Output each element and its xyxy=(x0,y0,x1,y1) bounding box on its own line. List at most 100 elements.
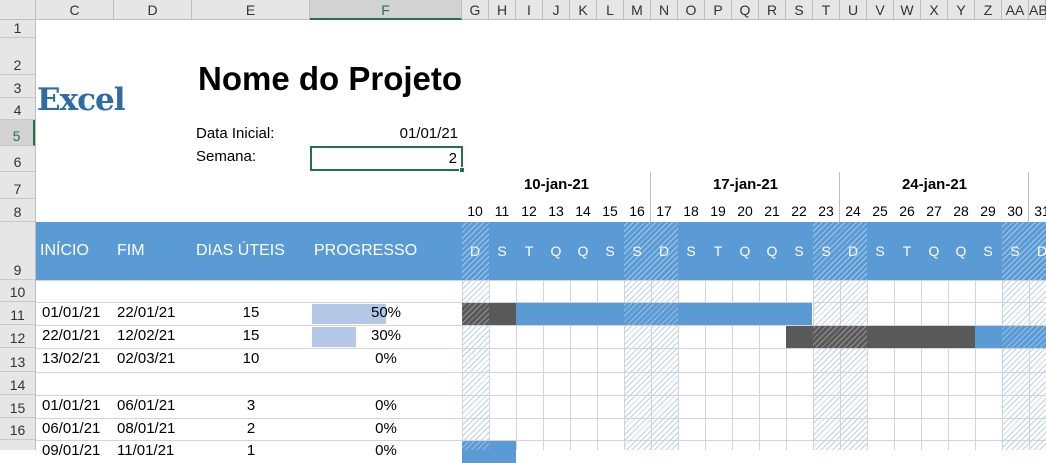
fill-handle[interactable] xyxy=(459,167,465,173)
column-header-m[interactable]: M xyxy=(624,0,651,20)
weekend-hatch-overlay xyxy=(624,280,678,450)
column-header-z[interactable]: Z xyxy=(975,0,1002,20)
task-workdays[interactable]: 15 xyxy=(192,304,310,321)
task-workdays[interactable]: 10 xyxy=(192,350,310,367)
column-header-j[interactable]: J xyxy=(543,0,570,20)
week-label: 17-jan-21 xyxy=(712,176,779,193)
day-number: 22 xyxy=(791,203,807,219)
row-header-2[interactable]: 2 xyxy=(0,38,35,75)
column-header-x[interactable]: X xyxy=(921,0,948,20)
week-input-cell[interactable]: 2 xyxy=(310,146,465,173)
column-header-aa[interactable]: AA xyxy=(1002,0,1029,20)
start-date-value[interactable]: 01/01/21 xyxy=(312,125,458,142)
weekend-hatch-overlay xyxy=(1002,280,1046,450)
day-number: 14 xyxy=(575,203,591,219)
column-header-s[interactable]: S xyxy=(786,0,813,20)
day-letter: S xyxy=(686,243,696,259)
column-header-f[interactable]: F xyxy=(310,0,462,20)
task-progress[interactable]: 0% xyxy=(310,442,462,459)
column-header-g[interactable]: G xyxy=(462,0,489,20)
row-header-1[interactable]: 1 xyxy=(0,20,35,38)
row-header-6[interactable]: 6 xyxy=(0,146,35,172)
task-start-date[interactable]: 01/01/21 xyxy=(42,397,116,414)
gridline xyxy=(867,280,868,450)
column-header-k[interactable]: K xyxy=(570,0,597,20)
day-letter: Q xyxy=(928,243,940,259)
day-number: 25 xyxy=(872,203,888,219)
day-number: 26 xyxy=(899,203,915,219)
day-letter: S xyxy=(497,243,507,259)
task-end-date[interactable]: 08/01/21 xyxy=(117,420,191,437)
header-fim: FIM xyxy=(117,242,145,259)
week-value: 2 xyxy=(448,150,457,167)
task-start-date[interactable]: 22/01/21 xyxy=(42,327,116,344)
column-header-y[interactable]: Y xyxy=(948,0,975,20)
task-progress[interactable]: 50% xyxy=(310,304,462,321)
row-header-9[interactable]: 9 xyxy=(0,222,35,280)
column-header-ab[interactable]: AB xyxy=(1029,0,1046,20)
row-header-5[interactable]: 5 xyxy=(0,120,35,146)
week-label: Semana: xyxy=(196,148,257,165)
day-number: 28 xyxy=(953,203,969,219)
row-header-3[interactable]: 3 xyxy=(0,75,35,98)
column-header-t[interactable]: T xyxy=(813,0,840,20)
row-header-7[interactable]: 7 xyxy=(0,172,35,199)
row-header-16[interactable]: 16 xyxy=(0,418,35,440)
column-header-p[interactable]: P xyxy=(705,0,732,20)
week-label: 10-jan-21 xyxy=(523,176,590,193)
day-number: 15 xyxy=(602,203,618,219)
column-header-e[interactable]: E xyxy=(192,0,310,20)
column-header-n[interactable]: N xyxy=(651,0,678,20)
task-progress[interactable]: 0% xyxy=(310,350,462,367)
column-header-h[interactable]: H xyxy=(489,0,516,20)
column-header-d[interactable]: D xyxy=(114,0,192,20)
column-header-i[interactable]: I xyxy=(516,0,543,20)
task-workdays[interactable]: 1 xyxy=(192,442,310,459)
day-letter: Q xyxy=(955,243,967,259)
weekend-hatch-overlay xyxy=(813,280,867,450)
column-header-v[interactable]: V xyxy=(867,0,894,20)
column-header-c[interactable]: C xyxy=(36,0,114,20)
task-progress[interactable]: 0% xyxy=(310,397,462,414)
task-end-date[interactable]: 11/01/21 xyxy=(117,442,191,459)
day-number: 30 xyxy=(1007,203,1023,219)
task-end-date[interactable]: 22/01/21 xyxy=(117,304,191,321)
column-header-o[interactable]: O xyxy=(678,0,705,20)
day-number: 23 xyxy=(818,203,834,219)
task-workdays[interactable]: 15 xyxy=(192,327,310,344)
column-header-u[interactable]: U xyxy=(840,0,867,20)
row-header-13[interactable]: 13 xyxy=(0,348,35,372)
select-all-corner[interactable] xyxy=(0,0,36,20)
day-number: 12 xyxy=(521,203,537,219)
row-header-14[interactable]: 14 xyxy=(0,372,35,395)
task-workdays[interactable]: 3 xyxy=(192,397,310,414)
task-end-date[interactable]: 02/03/21 xyxy=(117,350,191,367)
day-letter: Q xyxy=(577,243,589,259)
day-letter: Q xyxy=(550,243,562,259)
task-start-date[interactable]: 06/01/21 xyxy=(42,420,116,437)
task-start-date[interactable]: 01/01/21 xyxy=(42,304,116,321)
column-header-l[interactable]: L xyxy=(597,0,624,20)
project-title: Nome do Projeto xyxy=(198,60,463,97)
weekend-hatch-overlay xyxy=(462,280,489,450)
task-end-date[interactable]: 06/01/21 xyxy=(117,397,191,414)
day-number: 24 xyxy=(845,203,861,219)
column-header-q[interactable]: Q xyxy=(732,0,759,20)
row-header-11[interactable]: 11 xyxy=(0,302,35,325)
row-header-4[interactable]: 4 xyxy=(0,98,35,120)
row-header-8[interactable]: 8 xyxy=(0,199,35,222)
task-start-date[interactable]: 13/02/21 xyxy=(42,350,116,367)
column-header-w[interactable]: W xyxy=(894,0,921,20)
task-progress[interactable]: 0% xyxy=(310,420,462,437)
day-number: 19 xyxy=(710,203,726,219)
task-end-date[interactable]: 12/02/21 xyxy=(117,327,191,344)
day-number: 27 xyxy=(926,203,942,219)
column-header-r[interactable]: R xyxy=(759,0,786,20)
start-date-label: Data Inicial: xyxy=(196,125,275,142)
task-workdays[interactable]: 2 xyxy=(192,420,310,437)
row-header-12[interactable]: 12 xyxy=(0,325,35,348)
row-header-15[interactable]: 15 xyxy=(0,395,35,418)
task-start-date[interactable]: 09/01/21 xyxy=(42,442,116,459)
task-progress[interactable]: 30% xyxy=(310,327,462,344)
row-header-10[interactable]: 10 xyxy=(0,280,35,302)
